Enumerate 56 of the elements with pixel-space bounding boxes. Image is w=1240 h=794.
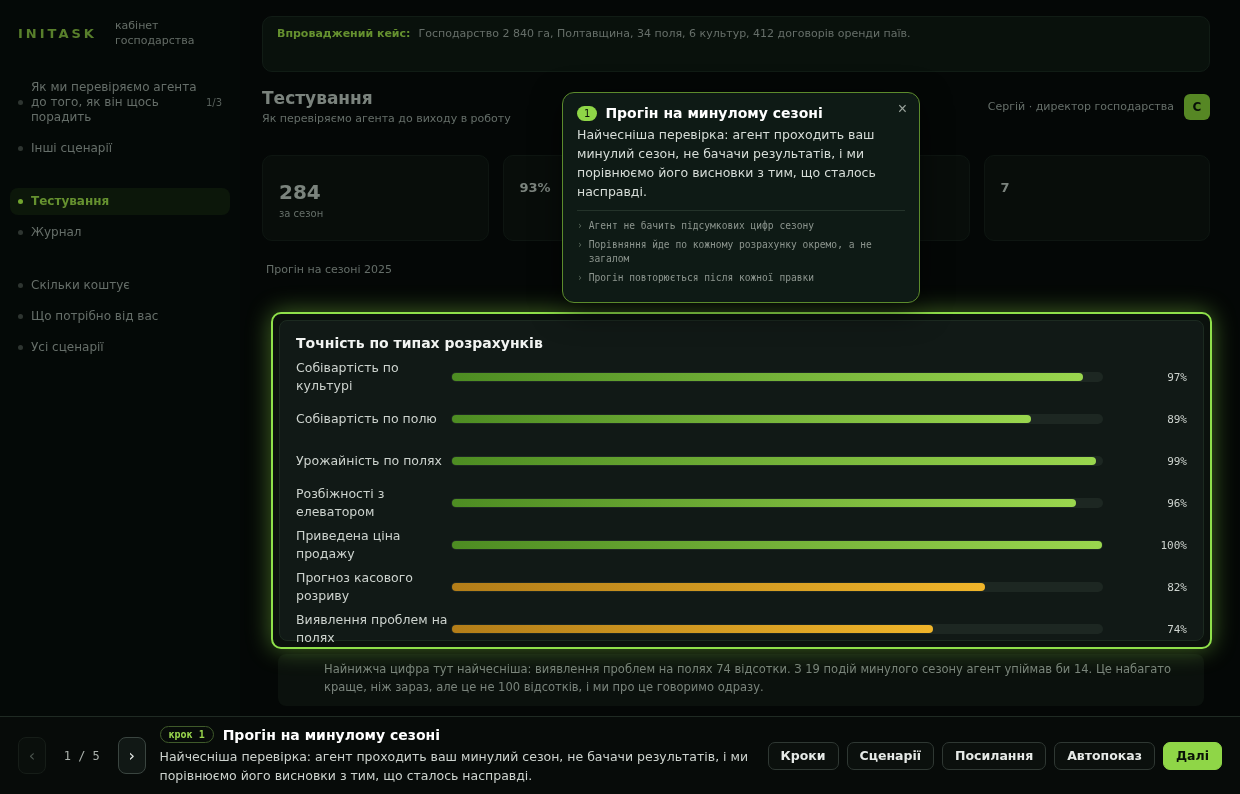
close-button[interactable]: × [893, 98, 911, 120]
tour-button[interactable]: Сценарії [846, 741, 935, 770]
sidebar-item[interactable]: Тестування [10, 188, 230, 215]
popover-point: Прогін повторюється після кожної правки [588, 271, 815, 285]
note-text: Найнижча цифра тут найчесніша: виявлення проблем на полях 74 відсотки. З 19 подій минулого сезону агент упіймав би 14. Це набагато краще, ніж зараз, але це не 100 відсотків, і ми про це говоримо одразу. [278, 654, 1204, 706]
section-title: Прогін на сезоні 2025 [265, 262, 394, 278]
stat-value: 93% [519, 180, 551, 195]
stat-value: 284 [279, 180, 321, 204]
tour-button[interactable]: Кроки [767, 741, 839, 770]
metric-value: 96% [1166, 496, 1187, 510]
card-title: Точність по типах розрахунків [296, 335, 544, 351]
sidebar-item[interactable]: Інші сценарії [10, 135, 230, 162]
tour-button[interactable]: Автопоказ [1054, 741, 1155, 770]
bullet-icon: › [577, 271, 583, 285]
metric-label: Собівартість по культурі [296, 359, 400, 395]
page-title: Тестування [262, 88, 374, 108]
popover-title: Прогін на минулому сезоні [605, 105, 823, 121]
sidebar-item[interactable]: Журнал [10, 219, 230, 246]
sidebar-item[interactable]: Скільки коштує [10, 272, 230, 299]
sidebar-item[interactable]: Як ми перевіряємо агента до того, як він щось порадить 1/3 [10, 74, 230, 131]
banner-label: Впроваджений кейс: [277, 27, 411, 40]
metric-value: 100% [1159, 538, 1187, 552]
metric-value: 74% [1166, 622, 1187, 636]
popover-point: Агент не бачить підсумкових цифр сезону [588, 219, 815, 233]
stat-note: за сезон [279, 208, 324, 219]
logo: INITASK [18, 25, 97, 41]
user-name: Сергій · директор господарства [987, 100, 1174, 113]
metric-value: 82% [1166, 580, 1187, 594]
metric-label: Приведена ціна продажу [296, 527, 402, 563]
bullet-icon: › [577, 238, 583, 266]
step-counter: 1 / 5 [63, 748, 100, 763]
metric-label: Урожайність по полях [296, 452, 443, 470]
popover-text: Найчесніша перевірка: агент проходить ваш минулий сезон, не бачачи результатів, і ми порівнюємо його висновки з тим, що сталось насправді. [577, 125, 905, 211]
tour-button[interactable]: Посилання [942, 741, 1047, 770]
metric-value: 89% [1166, 412, 1187, 426]
banner-text: Господарство 2 840 га, Полтавщина, 34 поля, 6 культур, 412 договорів оренди паїв. [418, 27, 911, 40]
step-text: Найчесніша перевірка: агент проходить ваш минулий сезон, не бачачи результатів, і ми порівнюємо його висновки з тим, що сталось насправді. [159, 748, 750, 785]
step-number: 1 [577, 105, 598, 121]
sidebar-item[interactable]: Усі сценарії [10, 334, 230, 361]
metric-label: Розбіжності з елеватором [296, 485, 386, 521]
sidebar-item[interactable]: Що потрібно від вас [10, 303, 230, 330]
step-title: Прогін на минулому сезоні [222, 726, 441, 743]
metric-label: Виявлення проблем на полях [296, 611, 449, 647]
avatar[interactable]: С [1184, 93, 1210, 120]
tour-button[interactable]: Далі [1163, 741, 1222, 770]
logo-subtitle: кабінет господарства [114, 18, 196, 48]
metric-label: Прогноз касового розриву [296, 569, 414, 605]
page-subtitle: Як перевіряємо агента до виходу в роботу [262, 112, 511, 125]
metric-value: 99% [1166, 454, 1187, 468]
bullet-icon: › [577, 219, 583, 233]
item-count: 1/3 [205, 96, 222, 110]
metric-label: Собівартість по полю [296, 410, 438, 428]
popover-point: Порівняння йде по кожному розрахунку окремо, а не загалом [588, 238, 873, 266]
stat-value: 7 [1000, 180, 1010, 195]
next-button[interactable]: › [117, 737, 146, 774]
metric-value: 97% [1166, 370, 1187, 384]
